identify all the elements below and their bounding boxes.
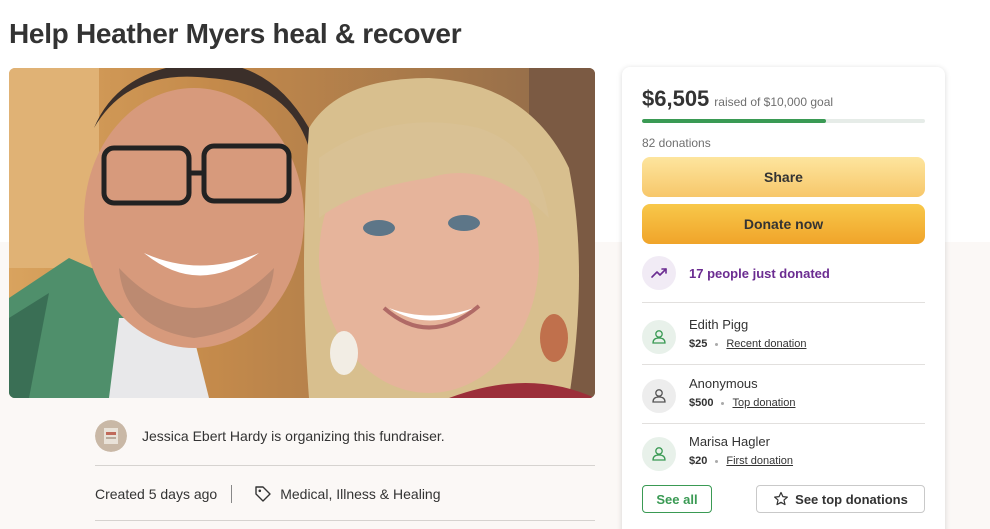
donor-name: Edith Pigg xyxy=(689,317,749,332)
donor-item: Marisa Hagler $20 First donation xyxy=(642,434,925,474)
donor-amount: $20 xyxy=(689,455,708,467)
raised-goal: raised of $10,000 goal xyxy=(714,95,834,109)
separator-dot xyxy=(721,401,725,405)
donor-amount: $500 xyxy=(689,397,714,409)
divider xyxy=(642,364,925,365)
recent-donors-text: 17 people just donated xyxy=(689,265,830,281)
donation-card: $6,505 raised of $10,000 goal 82 donatio… xyxy=(622,67,945,529)
separator-dot xyxy=(715,342,719,346)
donor-amount: $25 xyxy=(689,338,708,350)
divider xyxy=(95,465,595,466)
recent-activity: 17 people just donated xyxy=(642,256,830,290)
donations-count: 82 donations xyxy=(642,136,711,150)
see-top-donations-button[interactable]: See top donations xyxy=(756,485,925,513)
donor-heart-icon xyxy=(642,437,676,471)
raised-summary: $6,505 raised of $10,000 goal xyxy=(642,86,833,112)
meta-row: Created 5 days ago Medical, Illness & He… xyxy=(95,484,441,504)
organizer-avatar[interactable] xyxy=(95,420,127,452)
donor-item: Edith Pigg $25 Recent donation xyxy=(642,317,925,357)
created-date: Created 5 days ago xyxy=(95,486,218,502)
progress-bar-fill xyxy=(642,119,827,123)
divider xyxy=(95,520,595,521)
donor-heart-icon xyxy=(642,320,676,354)
trending-up-icon xyxy=(642,256,676,290)
donate-now-button[interactable]: Donate now xyxy=(642,204,925,244)
donor-item: Anonymous $500 Top donation xyxy=(642,376,925,416)
category-link[interactable]: Medical, Illness & Healing xyxy=(280,486,440,502)
progress-bar xyxy=(642,119,925,123)
divider xyxy=(642,302,925,303)
divider xyxy=(642,423,925,424)
first-donation-link[interactable]: First donation xyxy=(726,455,793,467)
recent-donation-link[interactable]: Recent donation xyxy=(726,338,806,350)
donor-name: Marisa Hagler xyxy=(689,434,770,449)
tag-icon xyxy=(255,486,271,502)
donor-heart-icon xyxy=(642,379,676,413)
top-donation-link[interactable]: Top donation xyxy=(732,397,795,409)
meta-separator xyxy=(231,485,233,503)
separator-dot xyxy=(715,459,719,463)
see-top-donations-label: See top donations xyxy=(795,491,908,507)
share-button[interactable]: Share xyxy=(642,157,925,197)
see-all-button[interactable]: See all xyxy=(642,485,712,513)
page-title: Help Heather Myers heal & recover xyxy=(9,18,462,49)
organizer-text: Jessica Ebert Hardy is organizing this f… xyxy=(142,428,445,444)
star-icon xyxy=(774,491,789,506)
campaign-photo[interactable] xyxy=(9,68,595,398)
organizer-row: Jessica Ebert Hardy is organizing this f… xyxy=(95,418,595,454)
donor-name: Anonymous xyxy=(689,376,758,391)
raised-amount: $6,505 xyxy=(642,86,710,111)
